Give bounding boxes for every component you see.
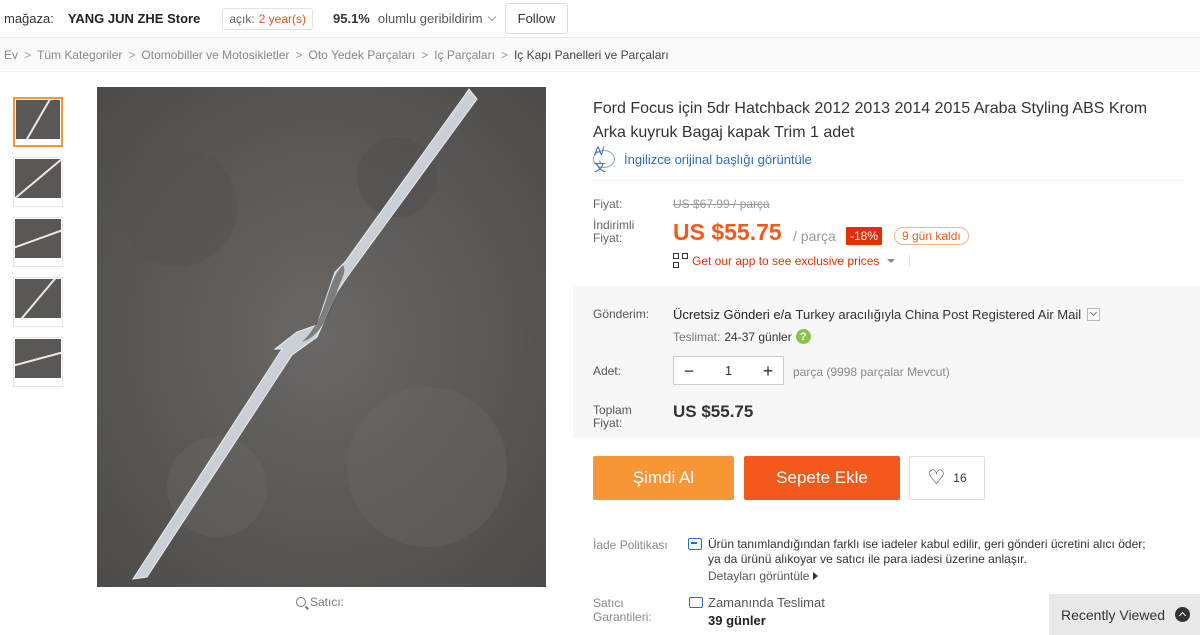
store-open-years: 2 year(s) <box>258 11 306 26</box>
breadcrumb-separator: > <box>295 47 303 62</box>
view-details-link[interactable]: Detayları görüntüle <box>708 569 819 583</box>
translate-icon: A/文 <box>593 144 615 174</box>
thumbnail-image <box>15 339 61 378</box>
store-bar: mağaza: YANG JUN ZHE Store açık: 2 year(… <box>0 0 1200 38</box>
add-to-cart-button[interactable]: Sepete Ekle <box>744 456 900 500</box>
app-promo-text: Get our app to see exclusive prices <box>692 253 880 268</box>
chrome-trim-illustration <box>97 87 546 587</box>
discount-price-label: İndirimli Fiyat: <box>593 218 635 245</box>
return-icon <box>688 538 702 550</box>
thumbnail-2[interactable] <box>13 157 63 207</box>
on-time-delivery-label: Zamanında Teslimat <box>708 595 825 610</box>
store-name-link[interactable]: YANG JUN ZHE Store <box>68 11 200 26</box>
return-policy-label: İade Politikası <box>593 538 668 552</box>
decrease-quantity-button[interactable]: − <box>682 362 696 380</box>
app-promo-link[interactable]: Get our app to see exclusive prices <box>673 253 911 268</box>
per-unit-label: / parça <box>793 228 836 244</box>
seller-guarantees-label: Satıcı Garantileri: <box>593 596 652 624</box>
return-policy-text: Ürün tanımlandığından farklı ise iadeler… <box>708 537 1146 566</box>
follow-button[interactable]: Follow <box>504 3 569 34</box>
breadcrumb-item-automotive[interactable]: Otomobiller ve Motosikletler <box>141 48 289 62</box>
caret-down-icon <box>887 258 896 263</box>
stock-info: parça (9998 parçalar Mevcut) <box>793 365 950 379</box>
search-icon <box>296 597 306 607</box>
shipping-label: Gönderim: <box>593 307 650 321</box>
store-label: mağaza: <box>4 11 54 26</box>
main-product-image[interactable] <box>97 87 546 587</box>
quantity-label: Adet: <box>593 364 622 378</box>
translate-link[interactable]: A/文 İngilizce orijinal başlığı görüntüle <box>593 144 812 174</box>
help-icon[interactable]: ? <box>795 329 811 344</box>
view-details-text: Detayları görüntüle <box>708 569 810 583</box>
feedback-text: olumlu geribildirim <box>377 11 483 26</box>
qr-code-icon <box>673 253 688 268</box>
thumbnail-image <box>15 159 61 198</box>
quantity-stepper: − 1 + <box>673 356 784 385</box>
breadcrumb-item-door-panels[interactable]: Iç Kapı Panelleri ve Parçaları <box>514 48 669 62</box>
recently-viewed-label: Recently Viewed <box>1061 606 1166 623</box>
breadcrumb-separator: > <box>500 47 508 62</box>
breadcrumb-separator: > <box>24 47 32 62</box>
feedback-dropdown[interactable]: olumlu geribildirim <box>377 11 496 26</box>
on-time-delivery-days: 39 günler <box>708 613 766 628</box>
divider <box>593 180 1183 181</box>
increase-quantity-button[interactable]: + <box>761 362 775 380</box>
wishlist-button[interactable]: ♡ 16 <box>909 456 985 500</box>
recently-viewed-button[interactable]: Recently Viewed <box>1049 594 1200 635</box>
image-caption: Satıcı: <box>296 595 344 609</box>
thumbnail-4[interactable] <box>13 277 63 327</box>
quantity-input[interactable]: 1 <box>725 363 732 378</box>
price-label: Fiyat: <box>593 197 623 211</box>
thumbnail-list <box>13 97 63 397</box>
breadcrumb-item-interior-parts[interactable]: Iç Parçaları <box>434 48 495 62</box>
thumbnail-image <box>15 279 61 318</box>
thumbnail-image <box>16 100 60 139</box>
breadcrumb-separator: > <box>421 47 429 62</box>
heart-icon: ♡ <box>927 467 946 489</box>
days-left-badge: 9 gün kaldı <box>894 227 969 245</box>
shipping-free-text: Ücretsiz Gönderi e/a <box>673 307 792 322</box>
shipping-method-selector[interactable]: Ücretsiz Gönderi e/a Turkey aracılığıyla… <box>673 307 1101 322</box>
store-open-badge: açık: 2 year(s) <box>222 7 313 30</box>
discount-price: US $55.75 <box>673 219 782 245</box>
breadcrumb: Ev > Tüm Kategoriler > Otomobiller ve Mo… <box>0 38 1200 72</box>
discount-badge: -18% <box>846 227 883 245</box>
feedback-percent: 95.1% <box>333 11 370 26</box>
thumbnail-5[interactable] <box>13 337 63 387</box>
wishlist-count: 16 <box>953 471 967 485</box>
buy-now-button[interactable]: Şimdi Al <box>593 456 734 500</box>
breadcrumb-separator: > <box>128 47 136 62</box>
dropdown-icon[interactable] <box>1087 308 1101 321</box>
seller-caption-text: Satıcı: <box>310 595 345 609</box>
truck-icon <box>689 597 703 608</box>
delivery-info: Teslimat: 24-37 günler ? <box>673 329 811 344</box>
shipping-method-text: Turkey aracılığıyla China Post Registere… <box>795 307 1082 322</box>
product-title: Ford Focus için 5dr Hatchback 2012 2013 … <box>593 100 1148 141</box>
chevron-up-icon <box>1175 607 1190 622</box>
caret-right-icon <box>813 572 819 580</box>
delivery-label: Teslimat: <box>673 329 721 344</box>
translate-link-text: İngilizce orijinal başlığı görüntüle <box>624 151 812 167</box>
breadcrumb-item-all-categories[interactable]: Tüm Kategoriler <box>37 48 122 62</box>
thumbnail-image <box>15 219 61 258</box>
delivery-days: 24-37 günler <box>724 329 792 344</box>
total-price-label: Toplam Fiyat: <box>593 403 632 430</box>
original-price: US $67.99 / parça <box>673 197 770 211</box>
thumbnail-1[interactable] <box>13 97 63 147</box>
breadcrumb-item-auto-parts[interactable]: Oto Yedek Parçaları <box>309 48 416 62</box>
thumbnail-3[interactable] <box>13 217 63 267</box>
store-open-prefix: açık: <box>229 11 255 26</box>
total-price: US $55.75 <box>673 402 754 421</box>
breadcrumb-item-home[interactable]: Ev <box>4 48 18 62</box>
divider <box>909 254 911 267</box>
chevron-down-icon <box>487 12 496 22</box>
